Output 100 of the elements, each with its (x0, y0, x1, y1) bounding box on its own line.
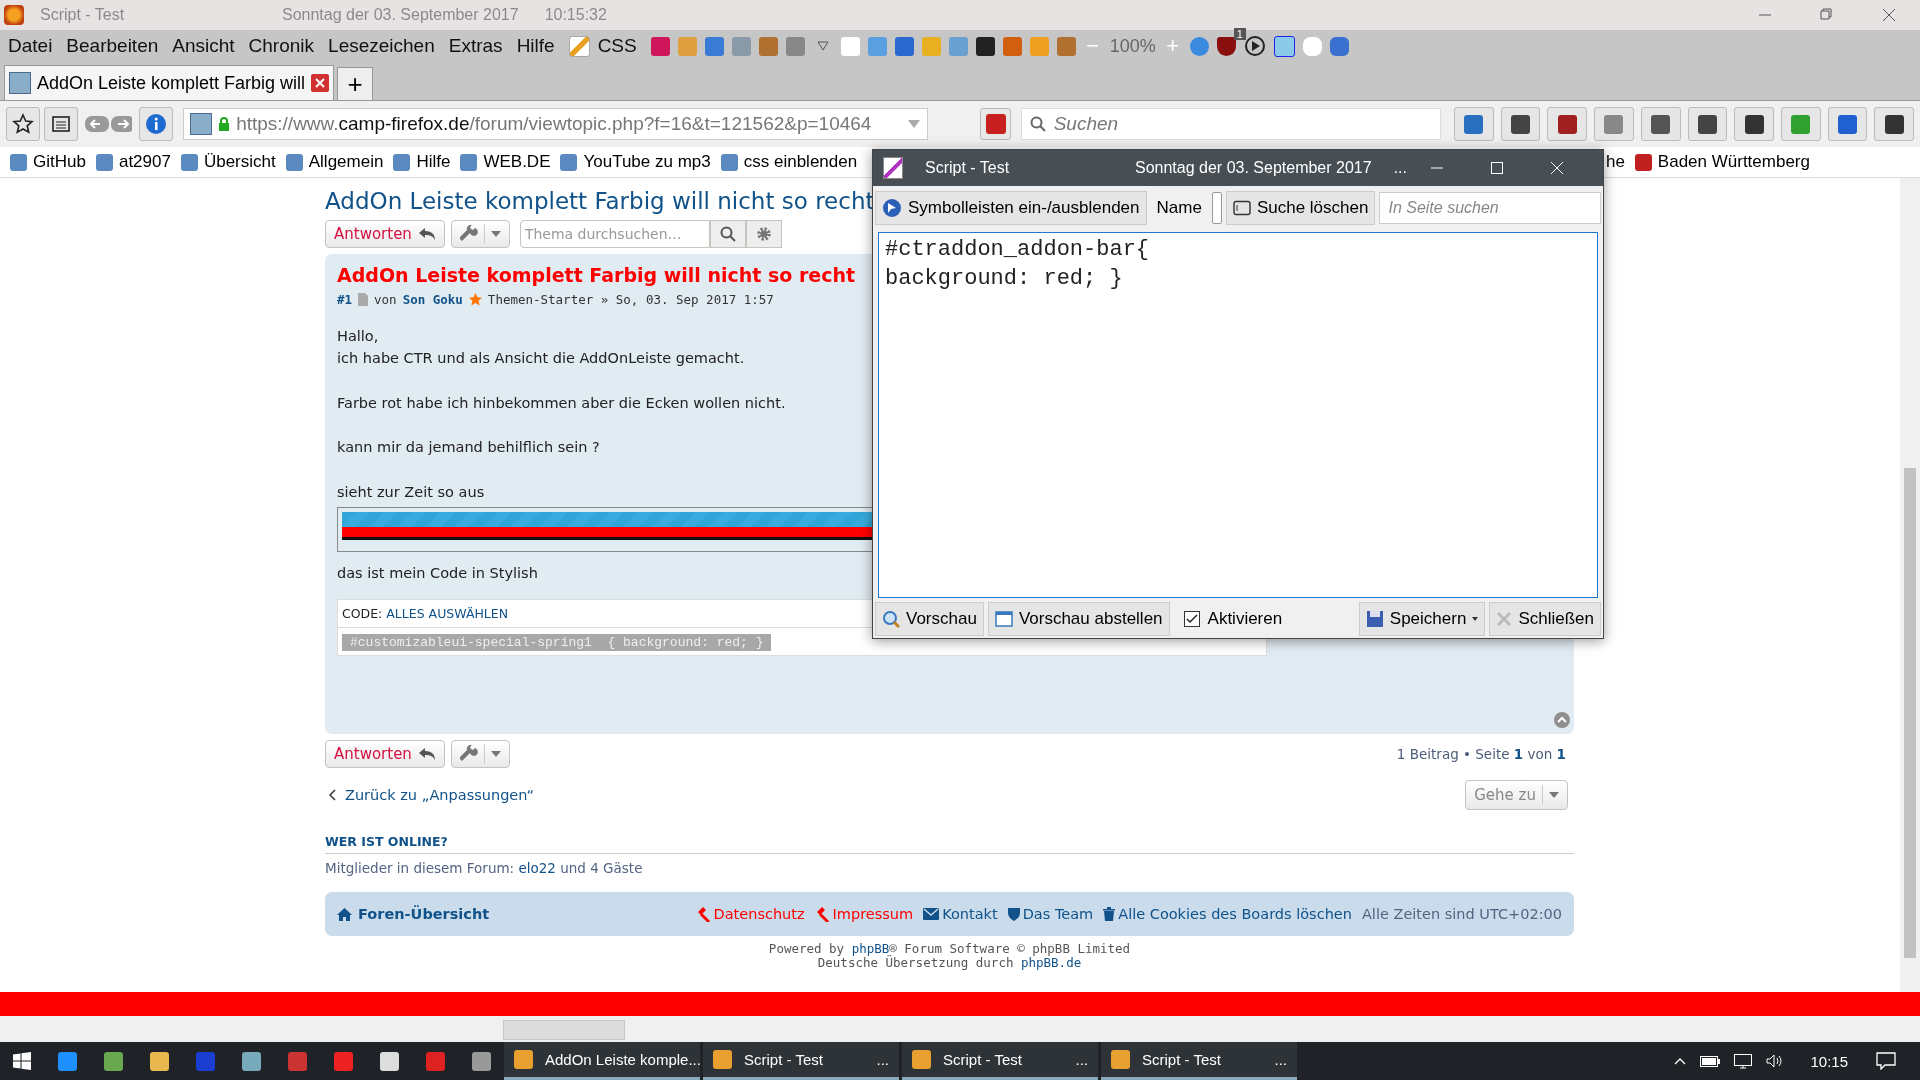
square-icon (1791, 114, 1811, 134)
code-editor[interactable]: #ctraddon_addon-bar{ background: red; } (878, 232, 1598, 598)
close-button[interactable]: Schließen (1489, 602, 1601, 636)
app-icon[interactable] (149, 1051, 169, 1071)
back-link[interactable]: Zurück zu „Anpassungen“ (325, 787, 534, 803)
scroll-up-icon[interactable] (1554, 712, 1570, 728)
url-field[interactable]: https://www.camp-firefox.de/forum/viewtopic.php?f=16&t=121562&p=10464 (183, 108, 929, 140)
toolbar-button[interactable] (1687, 107, 1728, 141)
app-icon[interactable] (57, 1051, 77, 1071)
fx-logo-icon (190, 113, 213, 135)
play-icon[interactable] (1243, 35, 1266, 57)
tools-button[interactable] (450, 740, 510, 768)
tools-button[interactable] (450, 220, 510, 248)
bookmark-item[interactable]: css einblenden (720, 152, 858, 172)
toolbar-button[interactable] (980, 108, 1011, 140)
bookmark-item[interactable]: he (1605, 152, 1625, 172)
taskbar-window-button[interactable]: AddOn Leiste komple... (504, 1042, 700, 1080)
pencil-icon[interactable] (568, 35, 590, 57)
app-icon[interactable] (241, 1051, 261, 1071)
taskbar-window-button[interactable]: Script - Test ... (1101, 1042, 1297, 1080)
taskbar-window-button[interactable]: Script - Test ... (902, 1042, 1098, 1080)
clear-search-button[interactable]: Suche löschen (1225, 191, 1376, 225)
app-icon[interactable] (379, 1051, 399, 1071)
new-tab-button[interactable]: + (337, 67, 374, 100)
star-button[interactable] (6, 107, 40, 141)
app-icon (912, 1050, 931, 1069)
menu-item[interactable]: Bearbeiten (66, 35, 159, 57)
reply-button[interactable]: Antworten (325, 740, 445, 768)
bookmark-item[interactable]: Übersicht (180, 152, 276, 172)
author-link[interactable]: Son Goku (402, 292, 463, 307)
menu-item[interactable]: Ansicht (172, 35, 235, 57)
circle-icon[interactable] (1189, 36, 1209, 56)
search-button[interactable] (709, 220, 746, 248)
toolbar-button[interactable] (1547, 107, 1588, 141)
stop-preview-button[interactable]: Vorschau abstellen (987, 602, 1170, 636)
dropdown-icon[interactable] (907, 119, 922, 129)
monitor-icon[interactable] (1734, 1053, 1753, 1069)
bookmark-item[interactable]: YouTube zu mp3 (560, 152, 711, 172)
select-all-link[interactable]: ALLES AUSWÄHLEN (386, 605, 509, 621)
browser-tab[interactable]: AddOn Leiste komplett Farbig will (4, 65, 335, 100)
menu-item[interactable]: Hilfe (516, 35, 555, 57)
lock-icon (218, 117, 231, 131)
menu-item[interactable]: Lesezeichen (328, 35, 435, 57)
preview-button[interactable]: Vorschau (875, 602, 984, 636)
square-icon (1651, 114, 1671, 134)
toolbar-button[interactable] (1827, 107, 1868, 141)
info-button[interactable] (139, 107, 174, 141)
toolbar-button[interactable] (1640, 107, 1681, 141)
find-field[interactable]: In Seite suchen (1379, 192, 1601, 224)
scrollbar[interactable] (1900, 178, 1920, 992)
name-field[interactable] (1211, 192, 1222, 224)
menu-item[interactable]: Extras (448, 35, 503, 57)
battery-icon[interactable] (1700, 1055, 1721, 1067)
toolbar-button[interactable] (1500, 107, 1541, 141)
speaker-icon[interactable] (1766, 1054, 1783, 1068)
footer-link[interactable]: Das Team (1007, 906, 1094, 922)
reply-button[interactable]: Antworten (325, 220, 445, 248)
bookmark-item[interactable]: GitHub (10, 152, 86, 172)
author-prefix: von (374, 292, 397, 307)
square-icon (1464, 114, 1484, 134)
notification-icon[interactable] (1876, 1052, 1896, 1070)
scrollbar-thumb[interactable] (503, 1020, 625, 1040)
toolbar-button[interactable] (1874, 107, 1914, 141)
shield-icon[interactable] (1216, 36, 1236, 56)
close-icon[interactable] (311, 74, 330, 92)
home-link[interactable]: Foren-Übersicht (337, 906, 490, 922)
footer-link[interactable]: Kontakt (923, 906, 998, 922)
square-icon (560, 153, 578, 171)
footer-link[interactable]: Alle Cookies des Boards löschen (1103, 906, 1352, 922)
menu-item[interactable]: CSS (597, 35, 637, 57)
settings-button[interactable] (745, 220, 782, 248)
menu-item[interactable]: Datei (8, 35, 53, 57)
dropdown-icon[interactable] (816, 41, 829, 51)
toggle-toolbars-button[interactable]: Symbolleisten ein-/ausblenden (875, 191, 1147, 225)
list-button[interactable] (44, 107, 78, 141)
app-icon[interactable] (103, 1051, 123, 1071)
taskbar-window-button[interactable]: Script - Test ... (703, 1042, 899, 1080)
square-icon (985, 114, 1006, 134)
post-number[interactable]: #1 (337, 292, 353, 307)
bookmark-item[interactable]: WEB.DE (460, 152, 551, 172)
toolbar-button[interactable] (1734, 107, 1774, 141)
bookmark-item[interactable]: Hilfe (393, 152, 451, 172)
search-field[interactable]: Suchen (1020, 108, 1442, 140)
activate-checkbox[interactable]: Aktivieren (1183, 609, 1283, 629)
post-paragraph: kann mir da jemand behilflich sein ? (337, 438, 601, 458)
save-button[interactable]: Speichern (1358, 602, 1486, 636)
square-icon[interactable] (975, 36, 995, 56)
app-icon[interactable] (471, 1051, 491, 1071)
chevron-up-icon[interactable] (1674, 1057, 1687, 1065)
window-title: Script - Test (40, 6, 126, 24)
menu-item[interactable]: Chronik (248, 35, 315, 57)
square-icon[interactable] (1273, 35, 1295, 57)
bookmark-item[interactable]: Baden Württemberg (1634, 152, 1810, 172)
gear-icon (755, 226, 772, 242)
user-link[interactable]: elo22 (518, 860, 556, 876)
bookmark-item[interactable]: Allgemein (285, 152, 384, 172)
back-forward-button[interactable] (85, 114, 133, 134)
bookmark-item[interactable]: at2907 (95, 152, 171, 172)
pagination-text: 1 Beitrag • Seite 1 von 1 (1396, 746, 1567, 762)
phpbb-link[interactable]: phpBB (851, 941, 890, 956)
